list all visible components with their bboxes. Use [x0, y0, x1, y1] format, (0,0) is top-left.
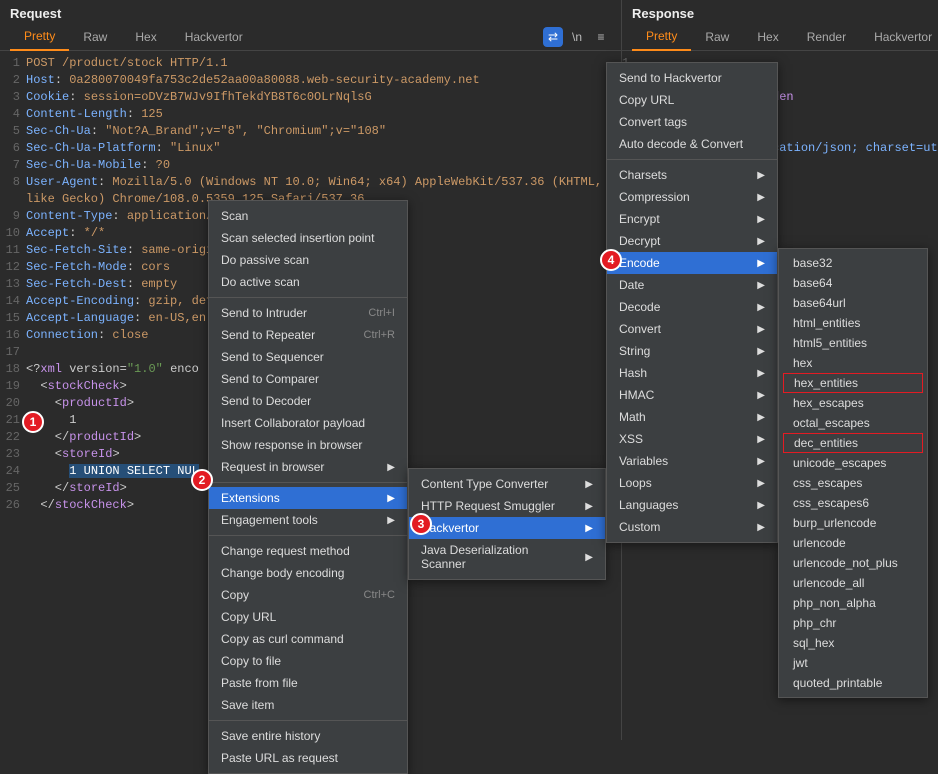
encode-option[interactable]: base64url [779, 293, 927, 313]
menu-item[interactable]: Paste from file [209, 672, 407, 694]
step-badge-2: 2 [191, 469, 213, 491]
encode-option[interactable]: dec_entities [783, 433, 923, 453]
menu-item[interactable]: Compression▶ [607, 186, 777, 208]
request-tabs: Pretty Raw Hex Hackvertor ⇄ \n ≡ [0, 23, 621, 51]
menu-item[interactable]: Request in browser▶ [209, 456, 407, 478]
encode-option[interactable]: css_escapes6 [779, 493, 927, 513]
menu-item[interactable]: XSS▶ [607, 428, 777, 450]
menu-item[interactable]: Languages▶ [607, 494, 777, 516]
tab-hackvertor[interactable]: Hackvertor [171, 24, 257, 50]
encode-option[interactable]: css_escapes [779, 473, 927, 493]
encode-option[interactable]: html5_entities [779, 333, 927, 353]
menu-item[interactable]: Insert Collaborator payload [209, 412, 407, 434]
menu-item[interactable]: Scan [209, 205, 407, 227]
menu-item[interactable]: Show response in browser [209, 434, 407, 456]
tab-raw[interactable]: Raw [69, 24, 121, 50]
menu-item[interactable]: Encode▶ [607, 252, 777, 274]
request-title: Request [0, 0, 621, 23]
encode-option[interactable]: octal_escapes [779, 413, 927, 433]
response-title: Response [622, 0, 938, 23]
menu-item[interactable]: Send to IntruderCtrl+I [209, 302, 407, 324]
hackvertor-submenu[interactable]: Send to HackvertorCopy URLConvert tagsAu… [606, 62, 778, 543]
menu-item[interactable]: Send to Sequencer [209, 346, 407, 368]
menu-item[interactable]: Convert tags [607, 111, 777, 133]
encode-option[interactable]: hex_escapes [779, 393, 927, 413]
tab-hackvertor[interactable]: Hackvertor [860, 24, 938, 50]
encode-option[interactable]: urlencode_all [779, 573, 927, 593]
encode-option[interactable]: hex [779, 353, 927, 373]
menu-item[interactable]: Send to Comparer [209, 368, 407, 390]
wrap-icon[interactable]: ⇄ [543, 27, 563, 47]
menu-item[interactable]: Hash▶ [607, 362, 777, 384]
menu-item[interactable]: Send to Decoder [209, 390, 407, 412]
menu-item[interactable]: Charsets▶ [607, 164, 777, 186]
menu-item[interactable]: Loops▶ [607, 472, 777, 494]
menu-item[interactable]: Java Deserialization Scanner▶ [409, 539, 605, 575]
encode-option[interactable]: html_entities [779, 313, 927, 333]
tab-render[interactable]: Render [793, 24, 860, 50]
encode-option[interactable]: quoted_printable [779, 673, 927, 693]
encode-option[interactable]: urlencode [779, 533, 927, 553]
encode-option[interactable]: unicode_escapes [779, 453, 927, 473]
tab-raw[interactable]: Raw [691, 24, 743, 50]
context-menu[interactable]: ScanScan selected insertion pointDo pass… [208, 200, 408, 774]
tab-hex[interactable]: Hex [743, 24, 792, 50]
menu-item[interactable]: CopyCtrl+C [209, 584, 407, 606]
menu-item[interactable]: Decode▶ [607, 296, 777, 318]
menu-item[interactable]: Content Type Converter▶ [409, 473, 605, 495]
menu-item[interactable]: Send to RepeaterCtrl+R [209, 324, 407, 346]
menu-item[interactable]: Save entire history [209, 725, 407, 747]
menu-item[interactable]: Copy URL [209, 606, 407, 628]
menu-item[interactable]: Copy URL [607, 89, 777, 111]
menu-item[interactable]: String▶ [607, 340, 777, 362]
extensions-submenu[interactable]: Content Type Converter▶HTTP Request Smug… [408, 468, 606, 580]
encode-option[interactable]: hex_entities [783, 373, 923, 393]
encode-option[interactable]: jwt [779, 653, 927, 673]
menu-item[interactable]: Date▶ [607, 274, 777, 296]
encode-submenu[interactable]: base32base64base64urlhtml_entitieshtml5_… [778, 248, 928, 698]
step-badge-4: 4 [600, 249, 622, 271]
menu-item[interactable]: Hackvertor▶ [409, 517, 605, 539]
step-badge-1: 1 [22, 411, 44, 433]
menu-item[interactable]: Copy as curl command [209, 628, 407, 650]
encode-option[interactable]: sql_hex [779, 633, 927, 653]
menu-item[interactable]: Change body encoding [209, 562, 407, 584]
tab-pretty[interactable]: Pretty [632, 23, 691, 51]
menu-item[interactable]: Do active scan [209, 271, 407, 293]
tab-hex[interactable]: Hex [121, 24, 170, 50]
hamburger-icon[interactable]: ≡ [591, 27, 611, 47]
menu-item[interactable]: Send to Hackvertor [607, 67, 777, 89]
menu-item[interactable]: Paste URL as request [209, 747, 407, 769]
menu-item[interactable]: HMAC▶ [607, 384, 777, 406]
response-tabs: Pretty Raw Hex Render Hackvertor [622, 23, 938, 51]
encode-option[interactable]: urlencode_not_plus [779, 553, 927, 573]
encode-option[interactable]: php_non_alpha [779, 593, 927, 613]
menu-item[interactable]: Engagement tools▶ [209, 509, 407, 531]
newline-icon[interactable]: \n [567, 27, 587, 47]
menu-item[interactable]: Copy to file [209, 650, 407, 672]
encode-option[interactable]: base32 [779, 253, 927, 273]
menu-item[interactable]: Auto decode & Convert [607, 133, 777, 155]
menu-item[interactable]: Scan selected insertion point [209, 227, 407, 249]
step-badge-3: 3 [410, 513, 432, 535]
menu-item[interactable]: Math▶ [607, 406, 777, 428]
menu-item[interactable]: Convert▶ [607, 318, 777, 340]
menu-item[interactable]: Change request method [209, 540, 407, 562]
menu-item[interactable]: Extensions▶ [209, 487, 407, 509]
encode-option[interactable]: burp_urlencode [779, 513, 927, 533]
menu-item[interactable]: Decrypt▶ [607, 230, 777, 252]
menu-item[interactable]: Variables▶ [607, 450, 777, 472]
menu-item[interactable]: Encrypt▶ [607, 208, 777, 230]
menu-item[interactable]: Do passive scan [209, 249, 407, 271]
tab-pretty[interactable]: Pretty [10, 23, 69, 51]
encode-option[interactable]: php_chr [779, 613, 927, 633]
encode-option[interactable]: base64 [779, 273, 927, 293]
menu-item[interactable]: HTTP Request Smuggler▶ [409, 495, 605, 517]
menu-item[interactable]: Custom▶ [607, 516, 777, 538]
menu-item[interactable]: Save item [209, 694, 407, 716]
